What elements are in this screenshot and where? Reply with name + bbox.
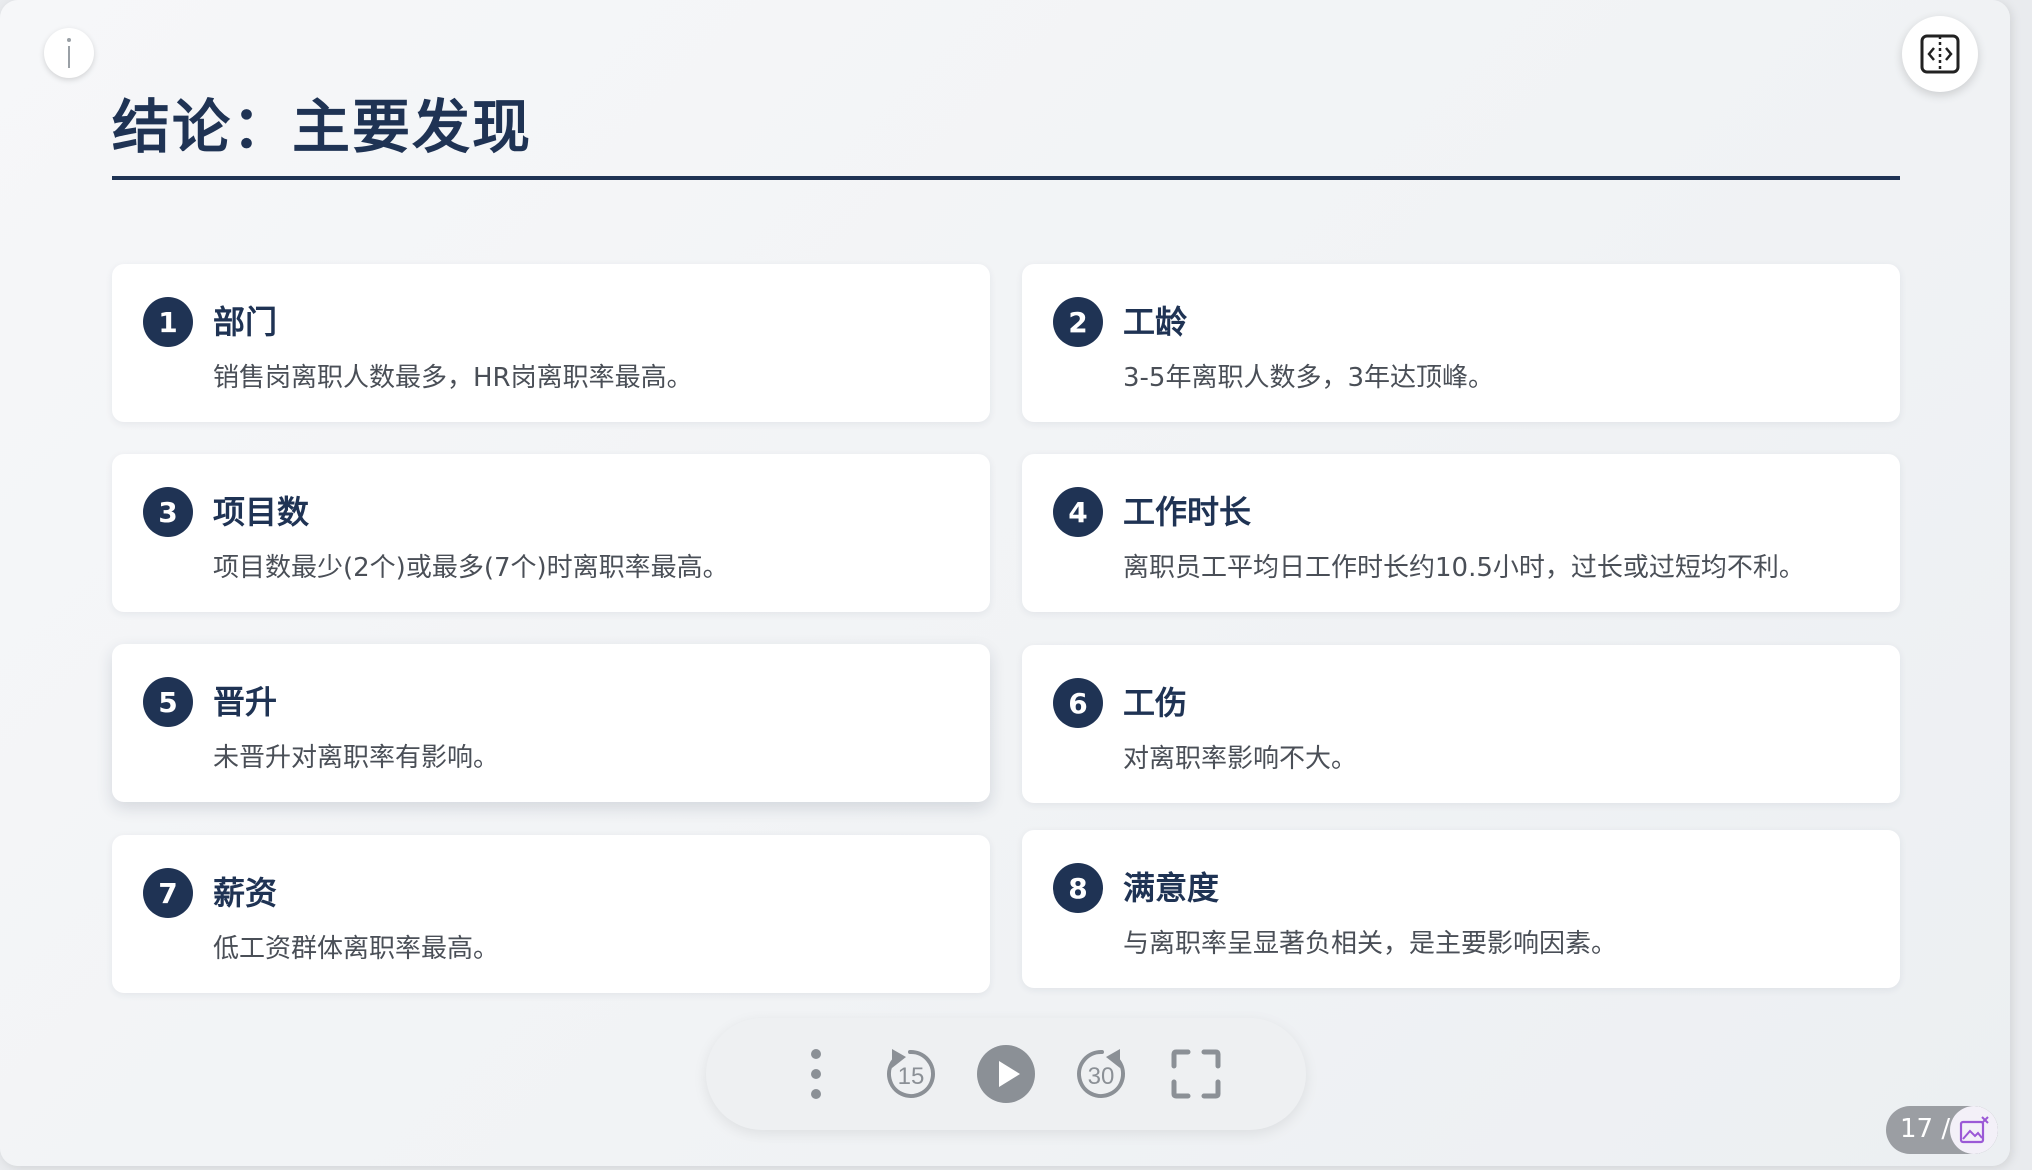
finding-number-badge: 3	[143, 487, 193, 537]
play-button[interactable]	[968, 1036, 1044, 1112]
finding-title: 满意度	[1123, 869, 1220, 907]
finding-card-work-injury: 6 工伤 对离职率影响不大。	[1022, 645, 1900, 803]
play-icon	[977, 1045, 1035, 1103]
forward-label: 30	[1088, 1063, 1115, 1090]
finding-card-department: 1 部门 销售岗离职人数最多，HR岗离职率最高。	[112, 264, 990, 422]
page-image-button[interactable]	[1950, 1106, 1998, 1154]
finding-title: 工作时长	[1123, 493, 1252, 531]
finding-number-badge: 2	[1053, 297, 1103, 347]
finding-description: 项目数最少(2个)或最多(7个)时离职率最高。	[213, 553, 729, 583]
finding-description: 销售岗离职人数最多，HR岗离职率最高。	[213, 363, 693, 393]
slide-stage: 结论：主要发现 1 部门 销售岗离职人数最多，HR岗离职率最高。 2 工龄 3-…	[0, 0, 2010, 1166]
image-edit-icon	[1959, 1116, 1989, 1144]
rewind-button[interactable]: 15	[872, 1036, 948, 1112]
finding-description: 未晋升对离职率有影响。	[213, 743, 500, 773]
split-view-icon	[1920, 34, 1960, 74]
fullscreen-icon	[1171, 1049, 1221, 1099]
finding-title: 薪资	[213, 874, 278, 912]
page-title: 结论：主要发现	[112, 93, 533, 161]
finding-title: 部门	[213, 303, 278, 341]
finding-card-satisfaction: 8 满意度 与离职率呈显著负相关，是主要影响因素。	[1022, 830, 1900, 988]
fullscreen-button[interactable]	[1158, 1036, 1234, 1112]
finding-card-promotion: 5 晋升 未晋升对离职率有影响。	[112, 644, 990, 802]
finding-number-badge: 5	[143, 677, 193, 727]
finding-card-projects: 3 项目数 项目数最少(2个)或最多(7个)时离职率最高。	[112, 454, 990, 612]
finding-title: 晋升	[213, 683, 278, 721]
forward-30-icon: 30	[1077, 1049, 1126, 1098]
finding-card-tenure: 2 工龄 3-5年离职人数多，3年达顶峰。	[1022, 264, 1900, 422]
page-number: 17 /	[1900, 1114, 1951, 1144]
finding-description: 离职员工平均日工作时长约10.5小时，过长或过短均不利。	[1123, 553, 1805, 583]
info-button[interactable]	[44, 28, 94, 78]
finding-description: 对离职率影响不大。	[1123, 744, 1358, 774]
finding-number-badge: 6	[1053, 678, 1103, 728]
forward-button[interactable]: 30	[1064, 1036, 1140, 1112]
finding-card-work-hours: 4 工作时长 离职员工平均日工作时长约10.5小时，过长或过短均不利。	[1022, 454, 1900, 612]
finding-description: 3-5年离职人数多，3年达顶峰。	[1123, 363, 1495, 393]
playback-controls: 15 30	[706, 1018, 1306, 1130]
rewind-label: 15	[898, 1063, 925, 1090]
finding-number-badge: 1	[143, 297, 193, 347]
info-icon	[67, 38, 71, 68]
title-divider	[112, 176, 1900, 180]
more-options-button[interactable]	[778, 1036, 854, 1112]
finding-title: 工伤	[1123, 684, 1188, 722]
page-indicator[interactable]: 17 /	[1886, 1106, 1998, 1154]
finding-number-badge: 4	[1053, 487, 1103, 537]
finding-card-salary: 7 薪资 低工资群体离职率最高。	[112, 835, 990, 993]
finding-number-badge: 7	[143, 868, 193, 918]
finding-title: 项目数	[213, 493, 310, 531]
rewind-15-icon: 15	[886, 1049, 935, 1098]
finding-description: 与离职率呈显著负相关，是主要影响因素。	[1123, 929, 1618, 959]
finding-number-badge: 8	[1053, 863, 1103, 913]
split-view-button[interactable]	[1902, 16, 1978, 92]
more-vertical-icon	[811, 1049, 821, 1099]
finding-title: 工龄	[1123, 303, 1188, 341]
finding-description: 低工资群体离职率最高。	[213, 934, 500, 964]
